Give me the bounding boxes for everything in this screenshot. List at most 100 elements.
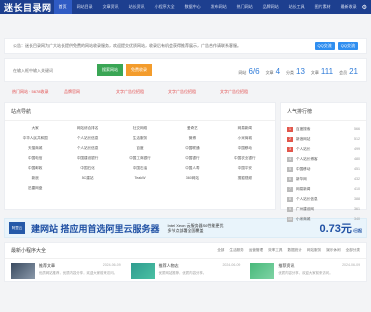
category-link[interactable]: 网易新闻 [219, 126, 271, 131]
ranking-row[interactable]: 2 新浪网站 512 [287, 134, 360, 144]
card-title-row: 推荐人物志 2024-06-09 [159, 263, 241, 269]
ranking-row[interactable]: 9 广州建设网 361 [287, 204, 360, 214]
nav-item-brand[interactable]: 品牌网站 [258, 0, 284, 14]
miniprogram-card[interactable]: 推荐资讯 2024-06-09 优质内容分享，欢迎大家前来访问。 [250, 263, 360, 279]
category-grid: 大家 网站综合排名 社交网络 爱奇艺 网易新闻中华人民共和国 个人站长信息 生活服务 微博 小米… [5, 121, 275, 196]
category-panel: 站点导航 大家 网站综合排名 社交网络 爱奇艺 网易新闻 中华人民共和国 个人站长信息 生活服… [4, 102, 276, 210]
category-link[interactable]: 爱奇艺 [166, 126, 218, 131]
category-link[interactable]: 个人站长信息 [61, 146, 113, 151]
category-link[interactable]: 社交网络 [114, 126, 166, 131]
ranking-row[interactable]: 3 个人站长 499 [287, 144, 360, 154]
ad-link[interactable]: 文字广告位招租 [116, 89, 168, 95]
ad-link[interactable]: 品牌官网 [64, 89, 116, 95]
ranking-row[interactable]: 7 网易新闻 410 [287, 184, 360, 194]
nav-item-submit[interactable]: 发布网站 [206, 0, 232, 14]
recent-tag[interactable]: 效率工具 [268, 248, 282, 253]
rank-number: 7 [287, 186, 293, 192]
rank-number: 6 [287, 176, 293, 182]
card-date: 2024-06-09 [342, 263, 361, 267]
category-link[interactable]: 中国建设银行 [61, 156, 113, 161]
ad-link[interactable]: 热门网站 · 5678收录 [12, 89, 64, 95]
category-link[interactable]: 中国石化 [61, 166, 113, 171]
category-link[interactable]: 中国联通 [166, 146, 218, 151]
category-link[interactable]: 百度 [114, 146, 166, 151]
rank-site-name: 个人站长博客 [296, 156, 318, 161]
qq-group-button-2[interactable]: QQ交流 [337, 42, 358, 50]
ranking-row[interactable]: 1 百度搜索 566 [287, 124, 360, 134]
recent-tag[interactable]: 娱乐休闲 [326, 248, 340, 253]
ranking-row[interactable]: 8 个人站长信息 388 [287, 194, 360, 204]
ranking-row[interactable]: 5 中国移动 451 [287, 164, 360, 174]
ranking-row[interactable]: 4 个人站长博客 480 [287, 154, 360, 164]
submit-site-button[interactable]: 免费收录 [126, 64, 152, 76]
nav-item-tools[interactable]: 站长工具 [284, 0, 310, 14]
category-link[interactable]: 搜狐视频 [219, 176, 271, 181]
category-link[interactable]: 生活服务 [114, 136, 166, 141]
nav-item-latest[interactable]: 最新收录 [336, 0, 362, 14]
recent-tag[interactable]: 运营管理 [249, 248, 263, 253]
rank-number: 4 [287, 156, 293, 162]
category-link[interactable]: 网站综合排名 [61, 126, 113, 131]
rank-count: 512 [354, 137, 360, 141]
nav-item-directory[interactable]: 网站目录 [72, 0, 98, 14]
recent-title: 最新小程序大全 [11, 248, 47, 254]
nav-item-articles[interactable]: 文章资讯 [98, 0, 124, 14]
recent-tag[interactable]: 全部分类 [346, 248, 360, 253]
nav-item-images[interactable]: 图片素材 [310, 0, 336, 14]
rank-count: 480 [354, 157, 360, 161]
ad-link[interactable]: 文字广告位招租 [168, 89, 220, 95]
ranking-row[interactable]: 6 新华网 432 [287, 174, 360, 184]
rank-number: 2 [287, 136, 293, 142]
category-link[interactable]: 中国邮政 [9, 166, 61, 171]
rank-site-name: 个人站长信息 [296, 196, 318, 201]
rank-number: 5 [287, 166, 293, 172]
category-link[interactable]: 大家 [9, 126, 61, 131]
card-thumbnail [11, 263, 35, 279]
miniprogram-card[interactable]: 推荐人物志 2024-06-09 优质网站推荐，优质内容分享。 [130, 263, 241, 279]
stat-articles: 文章 4 [265, 67, 281, 76]
recent-tag[interactable]: 全部 [217, 248, 224, 253]
recent-tag[interactable]: 数据统计 [288, 248, 302, 253]
stat-sites: 网站 6/6 [238, 67, 260, 76]
search-input[interactable] [13, 65, 93, 75]
site-logo[interactable]: 迷长目录网 [4, 1, 54, 14]
category-link[interactable]: 迅雷网盘 [9, 186, 61, 191]
nav-item-hot[interactable]: 热门网站 [232, 0, 258, 14]
category-link[interactable]: 中国农业银行 [219, 156, 271, 161]
category-link[interactable]: 中国银行 [166, 156, 218, 161]
category-link[interactable]: 个人站长信息 [61, 136, 113, 141]
category-link[interactable]: 5C建站 [61, 176, 113, 181]
category-link[interactable]: 中国平安 [219, 166, 271, 171]
category-link[interactable]: 中华人民共和国 [9, 136, 61, 141]
qq-group-button[interactable]: QQ交流 [314, 42, 335, 50]
category-link [61, 186, 113, 191]
rank-site-name: 新华网 [296, 176, 307, 181]
nav-item-home[interactable]: 首页 [53, 0, 72, 14]
category-link[interactable]: 天猫商城 [9, 146, 61, 151]
search-button[interactable]: 搜索网站 [97, 64, 123, 76]
category-link[interactable]: 中国工商银行 [114, 156, 166, 161]
nav-item-webmaster[interactable]: 站长资讯 [124, 0, 150, 14]
rank-count: 388 [354, 197, 360, 201]
category-link[interactable]: 中国人寿 [166, 166, 218, 171]
category-link[interactable]: 360网站 [166, 176, 218, 181]
category-link[interactable]: 小米商城 [219, 136, 271, 141]
category-link[interactable]: 中国电信 [9, 156, 61, 161]
miniprogram-card[interactable]: 推荐文章 2024-06-09 优质网站推荐，优质内容分享，欢迎大家前来访问。 [11, 263, 121, 279]
main-content: 站点导航 大家 网站综合排名 社交网络 爱奇艺 网易新闻 中华人民共和国 个人站长信息 生活服… [4, 102, 367, 222]
card-body: 推荐资讯 2024-06-09 优质内容分享，欢迎大家前来访问。 [278, 263, 360, 279]
ad-link[interactable]: 文字广告位招租 [220, 89, 272, 95]
category-link[interactable]: TeakW [114, 176, 166, 181]
nav-item-miniprogram[interactable]: 小程序大全 [150, 0, 180, 14]
recent-cards: 推荐文章 2024-06-09 优质网站推荐，优质内容分享，欢迎大家前来访问。 推荐人… [5, 259, 366, 283]
recent-tag[interactable]: 网站服务 [307, 248, 321, 253]
card-description: 优质内容分享，欢迎大家前来访问。 [278, 271, 333, 275]
recent-tag[interactable]: 生活服务 [229, 248, 243, 253]
category-link[interactable]: 中国石油 [114, 166, 166, 171]
category-link [114, 186, 166, 191]
settings-icon[interactable]: ⚙ [362, 4, 367, 11]
category-link[interactable]: 中国移动 [219, 146, 271, 151]
nav-item-data[interactable]: 数据中心 [180, 0, 206, 14]
category-link[interactable]: 新浪 [9, 176, 61, 181]
category-link[interactable]: 微博 [166, 136, 218, 141]
